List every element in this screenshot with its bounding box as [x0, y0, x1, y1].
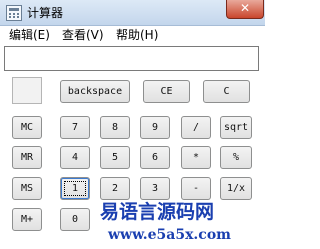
- digit-5-button[interactable]: 5: [100, 146, 130, 169]
- digit-7-button[interactable]: 7: [60, 116, 90, 139]
- digit-3-button[interactable]: 3: [140, 177, 170, 200]
- menu-view[interactable]: 查看(V): [62, 28, 104, 43]
- close-button[interactable]: ✕: [226, 0, 264, 19]
- percent-button[interactable]: %: [220, 146, 252, 169]
- title-bar: 计算器 ✕: [0, 0, 265, 26]
- clear-button[interactable]: C: [203, 80, 250, 103]
- digit-1-button[interactable]: 1: [60, 177, 90, 200]
- reciprocal-button[interactable]: 1/x: [220, 177, 252, 200]
- multiply-button[interactable]: *: [181, 146, 211, 169]
- sqrt-button[interactable]: sqrt: [220, 116, 252, 139]
- calculator-icon: [6, 5, 22, 21]
- memory-recall-button[interactable]: MR: [12, 146, 42, 169]
- digit-2-button[interactable]: 2: [100, 177, 130, 200]
- digit-9-button[interactable]: 9: [140, 116, 170, 139]
- close-icon: ✕: [239, 1, 251, 15]
- digit-0-button[interactable]: 0: [60, 208, 90, 231]
- digit-6-button[interactable]: 6: [140, 146, 170, 169]
- menu-bar: 编辑(E) 查看(V) 帮助(H): [0, 26, 265, 45]
- memory-store-button[interactable]: MS: [12, 177, 42, 200]
- divide-button[interactable]: /: [181, 116, 211, 139]
- backspace-button[interactable]: backspace: [60, 80, 130, 103]
- clear-entry-button[interactable]: CE: [143, 80, 190, 103]
- memory-clear-button[interactable]: MC: [12, 116, 42, 139]
- digit-8-button[interactable]: 8: [100, 116, 130, 139]
- menu-edit[interactable]: 编辑(E): [9, 28, 50, 43]
- minus-button[interactable]: -: [181, 177, 211, 200]
- menu-help[interactable]: 帮助(H): [116, 28, 158, 43]
- watermark-title: 易语言源码网: [100, 201, 215, 223]
- window-title: 计算器: [27, 6, 64, 20]
- digit-4-button[interactable]: 4: [60, 146, 90, 169]
- watermark-url: www.e5a5x.com: [108, 227, 231, 243]
- result-display[interactable]: [4, 46, 259, 71]
- memory-add-button[interactable]: M+: [12, 208, 42, 231]
- memory-indicator: [12, 77, 42, 104]
